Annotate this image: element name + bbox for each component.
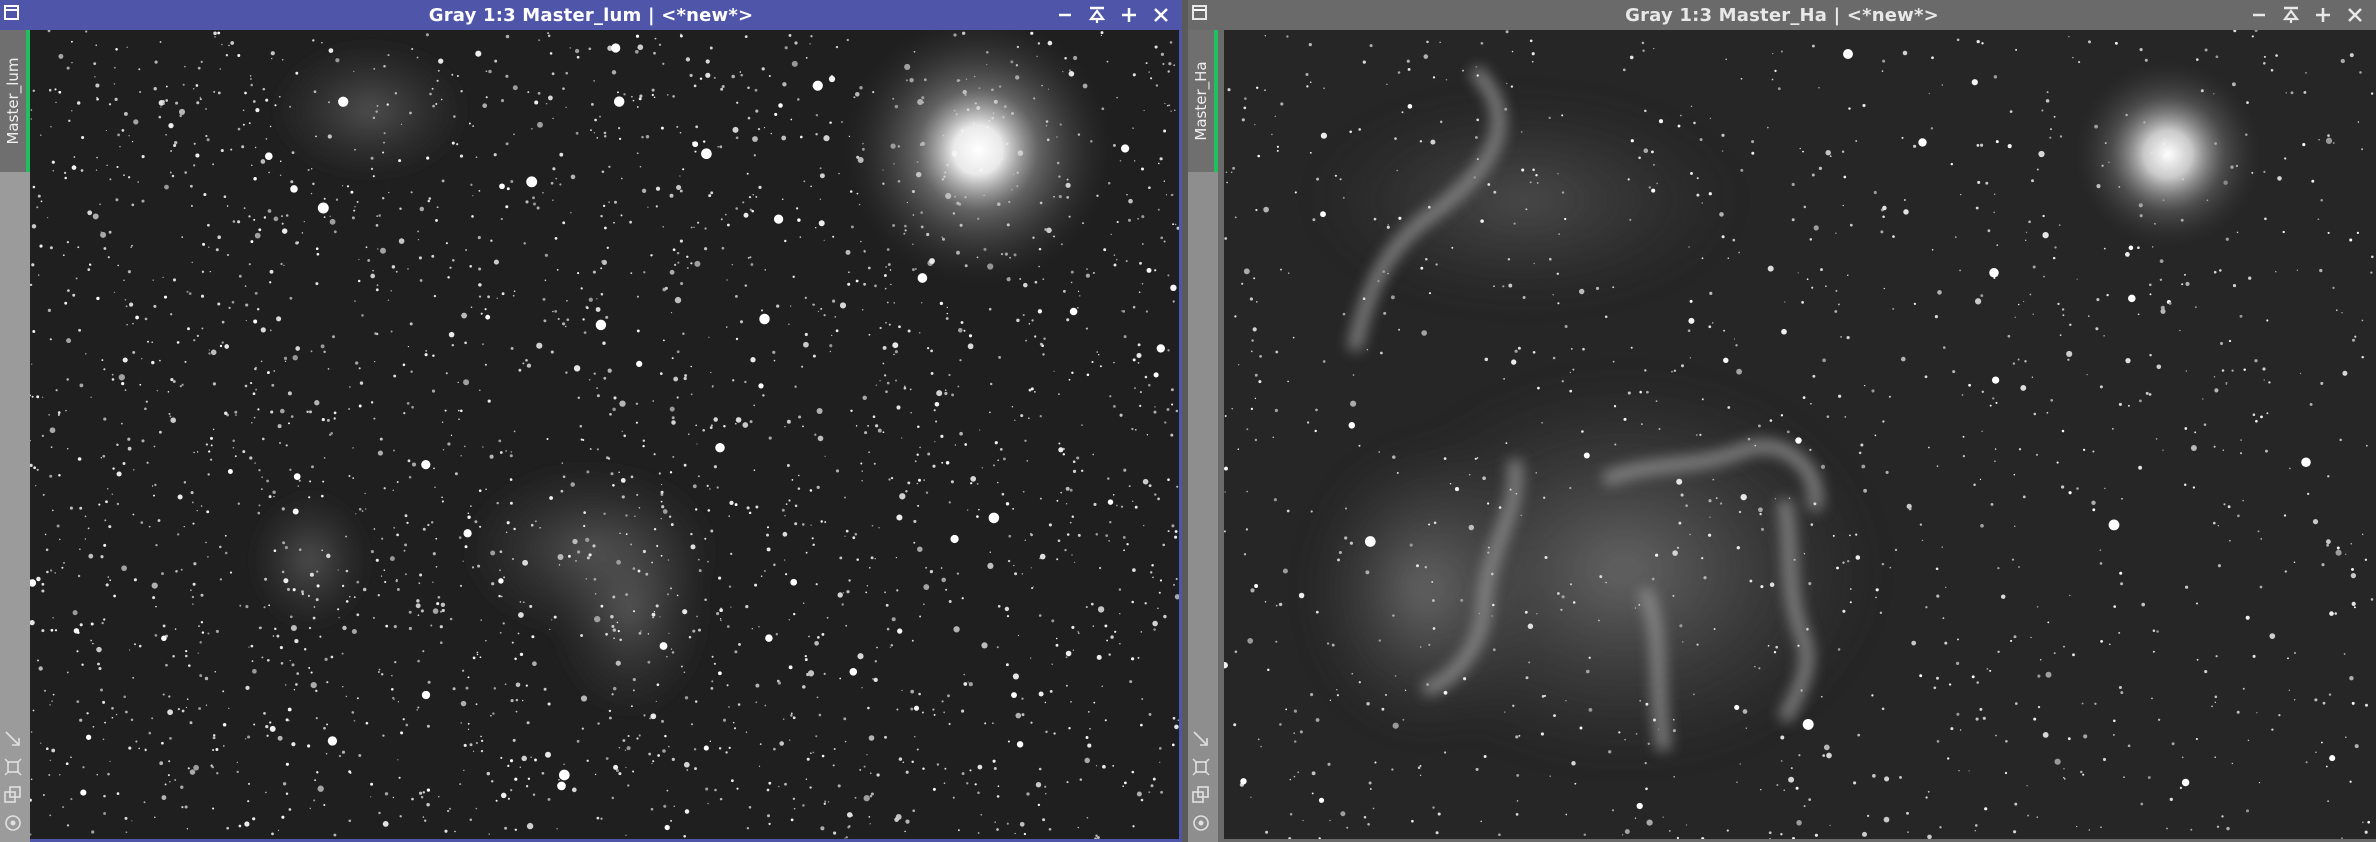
window-menu-icon[interactable]: [4, 5, 19, 20]
minimize-icon[interactable]: [1052, 2, 1078, 28]
clone-icon[interactable]: [1190, 784, 1212, 806]
window-menu-icon[interactable]: [1192, 5, 1207, 20]
view-tab-master-lum[interactable]: Master_lum: [0, 30, 30, 172]
image-canvas-master-ha[interactable]: [1224, 30, 2376, 839]
side-toolbar: [2, 728, 28, 834]
side-toolbar: [1190, 728, 1216, 834]
maximize-icon[interactable]: [2310, 2, 2336, 28]
fit-icon[interactable]: [2, 756, 24, 778]
close-icon[interactable]: [2342, 2, 2368, 28]
clone-icon[interactable]: [2, 784, 24, 806]
close-icon[interactable]: [1148, 2, 1174, 28]
view-tab-label: Master_lum: [4, 57, 22, 145]
maximize-icon[interactable]: [1116, 2, 1142, 28]
image-window-master-lum[interactable]: Gray 1:3 Master_lum | <*new*> Master_lum: [0, 0, 1182, 842]
minimize-icon[interactable]: [2246, 2, 2272, 28]
window-title: Gray 1:3 Master_Ha | <*new*>: [1625, 4, 1939, 26]
image-window-master-ha[interactable]: Gray 1:3 Master_Ha | <*new*> Master_Ha: [1188, 0, 2376, 842]
shade-icon[interactable]: [1084, 2, 1110, 28]
fit-icon[interactable]: [1190, 756, 1212, 778]
shade-icon[interactable]: [2278, 2, 2304, 28]
target-icon[interactable]: [1190, 812, 1212, 834]
view-tab-master-ha[interactable]: Master_Ha: [1188, 30, 1218, 172]
zoom-icon[interactable]: [1190, 728, 1212, 750]
view-tab-label: Master_Ha: [1192, 61, 1210, 141]
window-titlebar[interactable]: Gray 1:3 Master_Ha | <*new*>: [1188, 0, 2376, 30]
target-icon[interactable]: [2, 812, 24, 834]
zoom-icon[interactable]: [2, 728, 24, 750]
image-canvas-master-lum[interactable]: [30, 30, 1179, 839]
window-title: Gray 1:3 Master_lum | <*new*>: [428, 4, 754, 26]
window-titlebar[interactable]: Gray 1:3 Master_lum | <*new*>: [0, 0, 1182, 30]
